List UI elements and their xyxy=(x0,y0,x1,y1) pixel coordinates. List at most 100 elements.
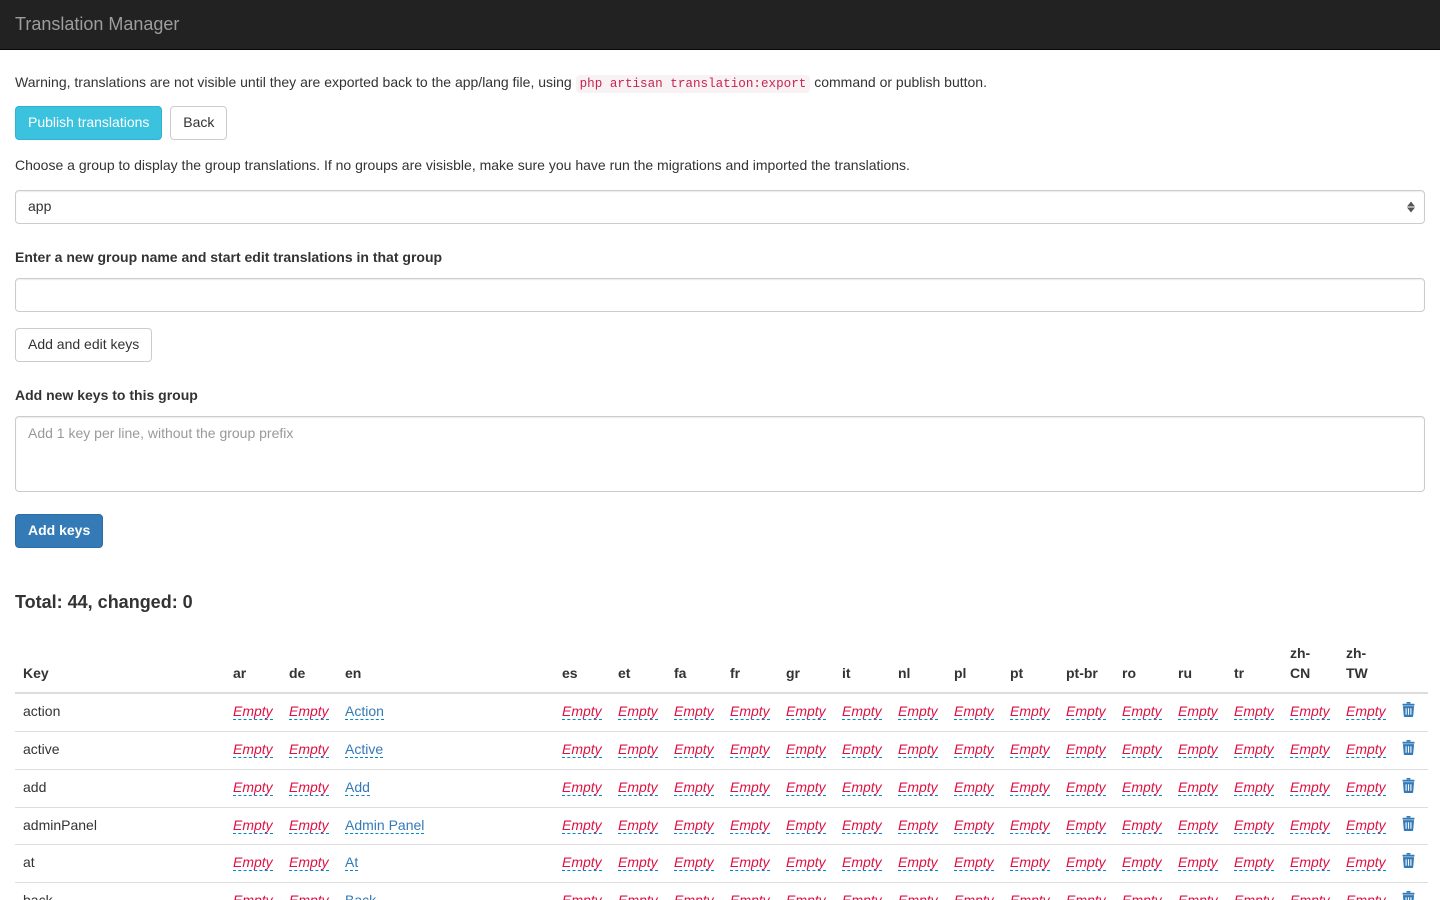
empty-translation-link-at-tr[interactable]: Empty xyxy=(1234,854,1274,871)
empty-translation-link-active-pt[interactable]: Empty xyxy=(1010,741,1050,758)
empty-translation-link-action-fa[interactable]: Empty xyxy=(674,703,714,720)
empty-translation-link-add-de[interactable]: Empty xyxy=(289,779,329,796)
empty-translation-link-active-pt-br[interactable]: Empty xyxy=(1066,741,1106,758)
empty-translation-link-active-it[interactable]: Empty xyxy=(842,741,882,758)
empty-translation-link-adminPanel-nl[interactable]: Empty xyxy=(898,817,938,834)
empty-translation-link-action-pl[interactable]: Empty xyxy=(954,703,994,720)
empty-translation-link-action-ar[interactable]: Empty xyxy=(233,703,273,720)
empty-translation-link-active-ar[interactable]: Empty xyxy=(233,741,273,758)
empty-translation-link-adminPanel-et[interactable]: Empty xyxy=(618,817,658,834)
empty-translation-link-action-ro[interactable]: Empty xyxy=(1122,703,1162,720)
translation-link-at-en[interactable]: At xyxy=(345,854,358,871)
empty-translation-link-back-pt-br[interactable]: Empty xyxy=(1066,892,1106,900)
empty-translation-link-at-ar[interactable]: Empty xyxy=(233,854,273,871)
empty-translation-link-action-es[interactable]: Empty xyxy=(562,703,602,720)
new-group-input[interactable] xyxy=(15,278,1425,312)
empty-translation-link-adminPanel-es[interactable]: Empty xyxy=(562,817,602,834)
empty-translation-link-action-it[interactable]: Empty xyxy=(842,703,882,720)
empty-translation-link-adminPanel-it[interactable]: Empty xyxy=(842,817,882,834)
empty-translation-link-at-fa[interactable]: Empty xyxy=(674,854,714,871)
empty-translation-link-at-de[interactable]: Empty xyxy=(289,854,329,871)
empty-translation-link-active-tr[interactable]: Empty xyxy=(1234,741,1274,758)
empty-translation-link-active-fr[interactable]: Empty xyxy=(730,741,770,758)
empty-translation-link-active-ro[interactable]: Empty xyxy=(1122,741,1162,758)
empty-translation-link-back-de[interactable]: Empty xyxy=(289,892,329,900)
empty-translation-link-action-nl[interactable]: Empty xyxy=(898,703,938,720)
empty-translation-link-back-es[interactable]: Empty xyxy=(562,892,602,900)
delete-key-button[interactable] xyxy=(1402,778,1415,793)
empty-translation-link-adminPanel-zh-TW[interactable]: Empty xyxy=(1346,817,1386,834)
empty-translation-link-action-ru[interactable]: Empty xyxy=(1178,703,1218,720)
delete-key-button[interactable] xyxy=(1402,740,1415,755)
empty-translation-link-back-ro[interactable]: Empty xyxy=(1122,892,1162,900)
empty-translation-link-at-es[interactable]: Empty xyxy=(562,854,602,871)
empty-translation-link-at-zh-TW[interactable]: Empty xyxy=(1346,854,1386,871)
empty-translation-link-action-tr[interactable]: Empty xyxy=(1234,703,1274,720)
empty-translation-link-adminPanel-ro[interactable]: Empty xyxy=(1122,817,1162,834)
empty-translation-link-add-zh-CN[interactable]: Empty xyxy=(1290,779,1330,796)
empty-translation-link-adminPanel-pt[interactable]: Empty xyxy=(1010,817,1050,834)
delete-key-button[interactable] xyxy=(1402,891,1415,900)
empty-translation-link-adminPanel-pt-br[interactable]: Empty xyxy=(1066,817,1106,834)
empty-translation-link-back-et[interactable]: Empty xyxy=(618,892,658,900)
empty-translation-link-adminPanel-pl[interactable]: Empty xyxy=(954,817,994,834)
empty-translation-link-add-pt-br[interactable]: Empty xyxy=(1066,779,1106,796)
back-button[interactable]: Back xyxy=(170,106,227,140)
translation-link-back-en[interactable]: Back xyxy=(345,892,376,900)
translation-link-action-en[interactable]: Action xyxy=(345,703,384,720)
empty-translation-link-active-fa[interactable]: Empty xyxy=(674,741,714,758)
empty-translation-link-action-pt-br[interactable]: Empty xyxy=(1066,703,1106,720)
translation-link-adminPanel-en[interactable]: Admin Panel xyxy=(345,817,424,834)
empty-translation-link-back-nl[interactable]: Empty xyxy=(898,892,938,900)
empty-translation-link-back-tr[interactable]: Empty xyxy=(1234,892,1274,900)
empty-translation-link-adminPanel-zh-CN[interactable]: Empty xyxy=(1290,817,1330,834)
empty-translation-link-add-es[interactable]: Empty xyxy=(562,779,602,796)
empty-translation-link-active-et[interactable]: Empty xyxy=(618,741,658,758)
empty-translation-link-back-fa[interactable]: Empty xyxy=(674,892,714,900)
empty-translation-link-back-gr[interactable]: Empty xyxy=(786,892,826,900)
empty-translation-link-at-zh-CN[interactable]: Empty xyxy=(1290,854,1330,871)
empty-translation-link-adminPanel-ru[interactable]: Empty xyxy=(1178,817,1218,834)
empty-translation-link-back-fr[interactable]: Empty xyxy=(730,892,770,900)
empty-translation-link-add-tr[interactable]: Empty xyxy=(1234,779,1274,796)
empty-translation-link-at-ru[interactable]: Empty xyxy=(1178,854,1218,871)
translation-link-add-en[interactable]: Add xyxy=(345,779,370,796)
empty-translation-link-at-fr[interactable]: Empty xyxy=(730,854,770,871)
empty-translation-link-adminPanel-fa[interactable]: Empty xyxy=(674,817,714,834)
empty-translation-link-action-de[interactable]: Empty xyxy=(289,703,329,720)
empty-translation-link-add-zh-TW[interactable]: Empty xyxy=(1346,779,1386,796)
new-keys-textarea[interactable] xyxy=(15,416,1425,492)
empty-translation-link-back-pt[interactable]: Empty xyxy=(1010,892,1050,900)
empty-translation-link-action-gr[interactable]: Empty xyxy=(786,703,826,720)
empty-translation-link-add-fr[interactable]: Empty xyxy=(730,779,770,796)
delete-key-button[interactable] xyxy=(1402,816,1415,831)
empty-translation-link-action-zh-TW[interactable]: Empty xyxy=(1346,703,1386,720)
empty-translation-link-adminPanel-ar[interactable]: Empty xyxy=(233,817,273,834)
empty-translation-link-add-pt[interactable]: Empty xyxy=(1010,779,1050,796)
empty-translation-link-at-gr[interactable]: Empty xyxy=(786,854,826,871)
empty-translation-link-back-ru[interactable]: Empty xyxy=(1178,892,1218,900)
add-keys-button[interactable]: Add keys xyxy=(15,514,103,548)
empty-translation-link-at-it[interactable]: Empty xyxy=(842,854,882,871)
empty-translation-link-action-fr[interactable]: Empty xyxy=(730,703,770,720)
translation-link-active-en[interactable]: Active xyxy=(345,741,383,758)
empty-translation-link-at-et[interactable]: Empty xyxy=(618,854,658,871)
empty-translation-link-at-pt-br[interactable]: Empty xyxy=(1066,854,1106,871)
empty-translation-link-add-et[interactable]: Empty xyxy=(618,779,658,796)
empty-translation-link-add-ru[interactable]: Empty xyxy=(1178,779,1218,796)
empty-translation-link-at-pt[interactable]: Empty xyxy=(1010,854,1050,871)
empty-translation-link-back-zh-TW[interactable]: Empty xyxy=(1346,892,1386,900)
empty-translation-link-adminPanel-tr[interactable]: Empty xyxy=(1234,817,1274,834)
empty-translation-link-back-pl[interactable]: Empty xyxy=(954,892,994,900)
empty-translation-link-adminPanel-de[interactable]: Empty xyxy=(289,817,329,834)
empty-translation-link-active-de[interactable]: Empty xyxy=(289,741,329,758)
empty-translation-link-active-nl[interactable]: Empty xyxy=(898,741,938,758)
empty-translation-link-active-gr[interactable]: Empty xyxy=(786,741,826,758)
empty-translation-link-add-ro[interactable]: Empty xyxy=(1122,779,1162,796)
delete-key-button[interactable] xyxy=(1402,702,1415,717)
empty-translation-link-at-pl[interactable]: Empty xyxy=(954,854,994,871)
empty-translation-link-adminPanel-fr[interactable]: Empty xyxy=(730,817,770,834)
empty-translation-link-action-et[interactable]: Empty xyxy=(618,703,658,720)
empty-translation-link-action-zh-CN[interactable]: Empty xyxy=(1290,703,1330,720)
empty-translation-link-back-zh-CN[interactable]: Empty xyxy=(1290,892,1330,900)
